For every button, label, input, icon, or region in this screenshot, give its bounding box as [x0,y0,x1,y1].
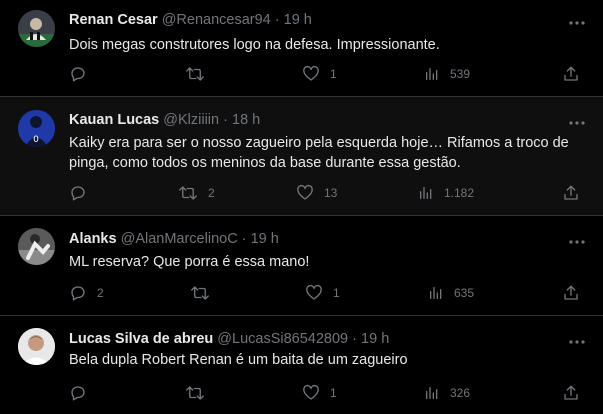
retweet-button[interactable] [185,383,215,403]
avatar[interactable] [18,328,55,365]
like-count: 1 [330,386,337,400]
retweet-icon [179,186,197,200]
avatar[interactable] [18,228,55,265]
user-handle[interactable]: @AlanMarcelinoC [121,231,238,247]
like-count: 1 [333,286,340,300]
tweet-text: Kaiky era para ser o nosso zagueiro pela… [69,135,569,171]
timestamp[interactable]: 18 h [232,112,260,128]
tweet-text: Bela dupla Robert Renan é um baita de um… [69,352,408,368]
tweet-actions: 1 326 [0,383,603,403]
views-count: 326 [450,386,471,400]
more-icon [569,21,585,25]
views-button[interactable]: 635 [428,283,474,303]
heart-icon [303,65,319,81]
like-button[interactable]: 1 [302,64,337,84]
like-count: 1 [330,67,337,81]
views-chart-icon [426,68,438,80]
reply-button[interactable]: 2 [69,283,104,303]
like-button[interactable]: 1 [305,283,340,303]
more-button[interactable] [567,16,587,28]
share-button[interactable] [562,64,580,84]
tweet-header: Renan Cesar @Renancesar94 · 19 h [69,12,312,28]
tweet[interactable]: Lucas Silva de abreu @LucasSi86542809 · … [0,316,603,414]
tweet-text: Dois megas construtores logo na defesa. … [69,37,440,53]
user-handle[interactable]: @Klziiiin [163,112,219,128]
svg-text:0: 0 [33,135,39,145]
user-handle[interactable]: @LucasSi86542809 [217,331,348,347]
tweet-text: ML reserva? Que porra é essa mano! [69,254,310,270]
avatar[interactable]: 0 [18,110,55,147]
retweet-button[interactable] [190,283,220,303]
like-count: 13 [324,186,338,200]
separator-dot: · [223,112,228,128]
tweet-header: Lucas Silva de abreu @LucasSi86542809 · … [69,331,389,347]
reply-button[interactable] [69,183,97,203]
like-button[interactable]: 1 [302,383,337,403]
reply-icon [71,386,85,401]
tweet-header: Kauan Lucas @Klziiiin · 18 h [69,112,260,128]
avatar-image [18,10,55,47]
views-chart-icon [420,187,432,199]
reply-icon [71,286,85,301]
share-button[interactable] [562,383,580,403]
heart-icon [306,284,322,300]
display-name[interactable]: Kauan Lucas [69,112,159,128]
retweet-button[interactable] [185,64,215,84]
reply-button[interactable] [69,64,97,84]
retweet-button[interactable]: 2 [178,183,215,203]
user-handle[interactable]: @Renancesar94 [162,12,271,28]
separator-dot: · [241,231,247,247]
tweet-header: Alanks @AlanMarcelinoC · 19 h [69,231,279,247]
retweet-icon [186,386,204,400]
views-count: 539 [450,67,471,81]
share-button[interactable] [562,283,580,303]
tweet-actions: 2 13 1.182 [0,183,603,203]
share-icon [564,185,578,200]
more-button[interactable] [567,235,587,247]
views-button[interactable]: 539 [424,64,470,84]
tweet-actions: 2 1 635 [0,283,603,303]
retweet-icon [186,67,204,81]
display-name[interactable]: Lucas Silva de abreu [69,331,213,347]
reply-button[interactable] [69,383,97,403]
views-count: 635 [454,286,475,300]
share-icon [564,385,578,400]
more-button[interactable] [567,335,587,347]
more-icon [569,340,585,344]
like-button[interactable]: 13 [296,183,337,203]
reply-count: 2 [97,286,104,300]
display-name[interactable]: Renan Cesar [69,12,158,28]
timestamp[interactable]: 19 h [251,231,279,247]
views-button[interactable]: 1.182 [418,183,474,203]
tweet[interactable]: Renan Cesar @Renancesar94 · 19 h Dois me… [0,0,603,97]
avatar[interactable] [18,10,55,47]
display-name[interactable]: Alanks [69,231,117,247]
more-icon [569,121,585,125]
tweet[interactable]: Alanks @AlanMarcelinoC · 19 h ML reserva… [0,216,603,316]
separator-dot: · [274,12,280,28]
separator-dot: · [352,331,357,347]
avatar-image [18,228,55,265]
heart-icon [303,384,319,400]
tweet-actions: 1 539 [0,64,603,84]
timestamp[interactable]: 19 h [284,12,312,28]
retweet-icon [191,286,209,300]
views-chart-icon [430,287,442,299]
reply-icon [71,67,85,82]
views-count: 1.182 [444,186,475,200]
timestamp[interactable]: 19 h [361,331,389,347]
avatar-image: 0 [18,110,55,147]
heart-icon [297,184,313,200]
share-icon [564,285,578,300]
views-button[interactable]: 326 [424,383,470,403]
retweet-count: 2 [208,186,215,200]
more-button[interactable] [567,116,587,128]
more-icon [569,240,585,244]
tweet[interactable]: 0 Kauan Lucas @Klziiiin · 18 h Kaiky era… [0,97,603,216]
reply-icon [71,186,85,201]
share-icon [564,66,578,81]
share-button[interactable] [562,183,580,203]
avatar-image [18,328,55,365]
views-chart-icon [426,387,438,399]
